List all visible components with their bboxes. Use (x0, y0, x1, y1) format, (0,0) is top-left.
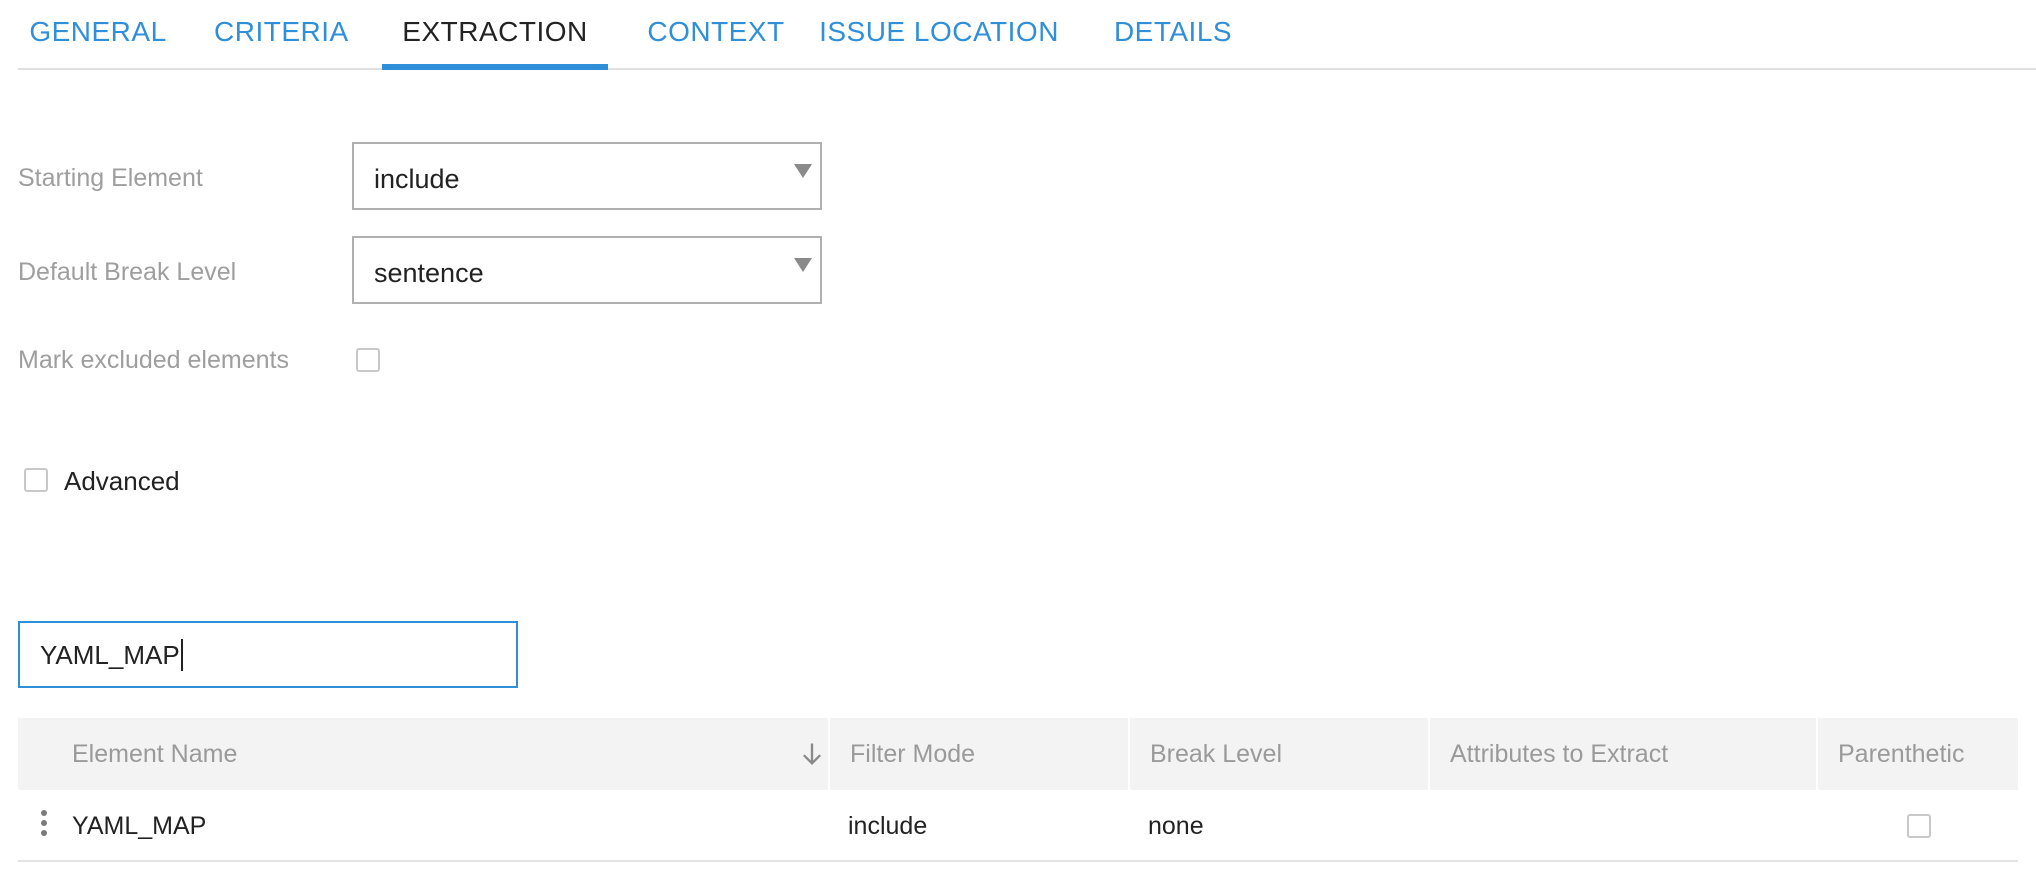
arrow-down-icon[interactable] (798, 740, 826, 768)
cell-break-level: none (1148, 812, 1204, 840)
tab-issue-location[interactable]: ISSUE LOCATION (816, 0, 1062, 70)
mark-excluded-checkbox[interactable] (356, 348, 380, 372)
tab-bar: GENERAL CRITERIA EXTRACTION CONTEXT ISSU… (18, 0, 2036, 70)
column-header-element-name[interactable]: Element Name (52, 718, 832, 790)
caret-down-icon (794, 258, 812, 272)
parenthetic-checkbox[interactable] (1907, 814, 1931, 838)
tab-details[interactable]: DETAILS (1098, 0, 1248, 70)
column-header-filter-mode[interactable]: Filter Mode (830, 718, 1128, 790)
column-header-attributes[interactable]: Attributes to Extract (1430, 718, 1818, 790)
tab-extraction[interactable]: EXTRACTION (382, 0, 608, 70)
default-break-level-value: sentence (374, 258, 484, 288)
cell-filter-mode: include (848, 812, 928, 840)
table-header: Element Name Filter Mode Break Level Att… (18, 718, 2018, 790)
tab-general[interactable]: GENERAL (28, 0, 168, 70)
column-header-break-level[interactable]: Break Level (1130, 718, 1428, 790)
starting-element-value: include (374, 164, 460, 194)
cell-element-name: YAML_MAP (72, 812, 207, 840)
default-break-level-label: Default Break Level (18, 258, 237, 286)
element-search-input[interactable] (40, 635, 490, 675)
caret-down-icon (794, 164, 812, 178)
element-search-box[interactable] (18, 621, 518, 688)
starting-element-label: Starting Element (18, 164, 203, 192)
tab-context[interactable]: CONTEXT (632, 0, 800, 70)
column-header-parenthetic[interactable]: Parenthetic (1818, 718, 2018, 790)
tab-criteria[interactable]: CRITERIA (214, 0, 348, 70)
mark-excluded-label: Mark excluded elements (18, 346, 289, 374)
advanced-label: Advanced (64, 466, 180, 496)
more-vertical-icon[interactable] (38, 810, 50, 844)
table-row[interactable]: YAML_MAP include none (18, 790, 2018, 862)
text-cursor (181, 639, 183, 671)
advanced-checkbox[interactable] (24, 468, 48, 492)
default-break-level-select[interactable]: sentence (352, 236, 822, 304)
starting-element-select[interactable]: include (352, 142, 822, 210)
